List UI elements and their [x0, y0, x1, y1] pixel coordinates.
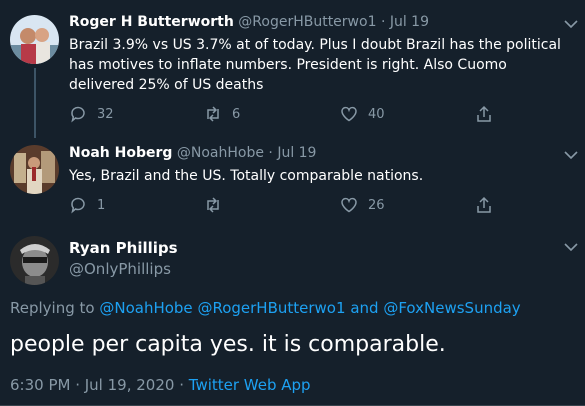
- like-count: 26: [368, 197, 385, 213]
- tweet-text: Yes, Brazil and the US. Totally comparab…: [69, 168, 424, 184]
- reply-button[interactable]: 1: [69, 196, 105, 214]
- handle[interactable]: @RogerHButterwo1: [238, 14, 376, 30]
- author-name[interactable]: Ryan Phillips: [69, 239, 178, 257]
- avatar-ryan[interactable]: [10, 236, 59, 285]
- reply-count: 32: [97, 106, 114, 122]
- display-name[interactable]: Noah Hoberg: [69, 145, 172, 161]
- tweet-header: Roger H Butterworth @RogerHButterwo1 · J…: [69, 14, 429, 30]
- tweet-footer: 6:30 PM · Jul 19, 2020 · Twitter Web App: [10, 376, 311, 394]
- separator: ·: [268, 145, 273, 161]
- reply-icon: [71, 197, 85, 214]
- and-others-link[interactable]: and: [350, 299, 378, 317]
- separator: ·: [380, 14, 386, 30]
- separator: ·: [179, 376, 184, 394]
- chevron-down-icon[interactable]: [562, 15, 580, 33]
- like-button[interactable]: 26: [340, 196, 385, 214]
- retweet-icon: [207, 106, 219, 122]
- thread-line: [34, 68, 36, 138]
- share-icon: [477, 196, 491, 213]
- reply-button[interactable]: 32: [69, 105, 114, 123]
- tweet-date[interactable]: Jul 19: [277, 145, 316, 161]
- author-handle[interactable]: @OnlyPhillips: [69, 260, 171, 278]
- reply-count: 1: [97, 197, 106, 213]
- mention-foxnewssunday[interactable]: @FoxNewsSunday: [383, 299, 520, 317]
- avatar-roger[interactable]: [10, 15, 59, 64]
- tweet-thread: Roger H Butterworth @RogerHButterwo1 · J…: [0, 0, 585, 406]
- share-icon: [477, 105, 491, 122]
- timestamp[interactable]: 6:30 PM · Jul 19, 2020: [10, 376, 174, 394]
- retweet-icon: [207, 197, 219, 213]
- handle[interactable]: @NoahHobe: [177, 145, 264, 161]
- tweet-text: people per capita yes. it is comparable.: [10, 332, 446, 357]
- mention-noahhobe[interactable]: @NoahHobe: [99, 299, 192, 317]
- source-link[interactable]: Twitter Web App: [189, 376, 311, 394]
- replying-label: Replying to: [10, 299, 95, 317]
- heart-icon: [341, 106, 357, 122]
- chevron-down-icon[interactable]: [562, 146, 580, 164]
- retweet-button[interactable]: [204, 196, 232, 214]
- share-button[interactable]: [475, 196, 503, 214]
- mention-roger[interactable]: @RogerHButterwo1: [197, 299, 345, 317]
- like-button[interactable]: 40: [340, 105, 385, 123]
- share-button[interactable]: [475, 105, 503, 123]
- retweet-count: 6: [232, 106, 241, 122]
- like-count: 40: [368, 106, 385, 122]
- retweet-button[interactable]: 6: [204, 105, 240, 123]
- reply-icon: [71, 106, 85, 123]
- chevron-down-icon[interactable]: [562, 238, 580, 256]
- heart-icon: [341, 197, 357, 213]
- tweet-header: Noah Hoberg @NoahHobe · Jul 19: [69, 145, 316, 161]
- avatar-noah[interactable]: [10, 145, 59, 194]
- display-name[interactable]: Roger H Butterworth: [69, 14, 234, 30]
- tweet-text: Brazil 3.9% vs US 3.7% at of today. Plus…: [69, 37, 561, 93]
- tweet-date[interactable]: Jul 19: [390, 14, 429, 30]
- replying-to: Replying to @NoahHobe @RogerHButterwo1 a…: [10, 299, 521, 317]
